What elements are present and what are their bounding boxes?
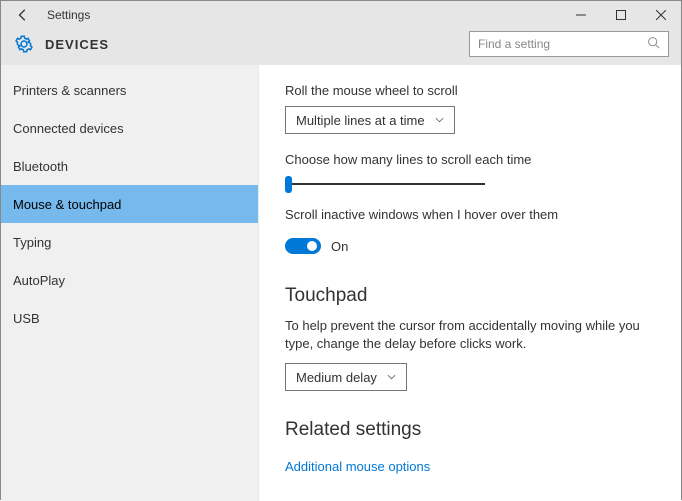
sidebar-item-bluetooth[interactable]: Bluetooth — [1, 147, 258, 185]
sidebar-item-mouse-touchpad[interactable]: Mouse & touchpad — [1, 185, 258, 223]
sidebar-item-label: Connected devices — [13, 121, 124, 136]
touchpad-description: To help prevent the cursor from accident… — [285, 317, 645, 353]
scroll-wheel-label: Roll the mouse wheel to scroll — [285, 83, 655, 98]
sidebar-item-connected[interactable]: Connected devices — [1, 109, 258, 147]
dropdown-value: Multiple lines at a time — [296, 113, 425, 128]
slider-thumb[interactable] — [285, 176, 292, 193]
header: DEVICES — [1, 29, 681, 65]
sidebar-item-label: USB — [13, 311, 40, 326]
toggle-switch[interactable] — [285, 238, 321, 254]
lines-scroll-label: Choose how many lines to scroll each tim… — [285, 152, 655, 167]
lines-scroll-slider[interactable] — [285, 175, 485, 193]
inactive-windows-toggle[interactable]: On — [285, 238, 348, 254]
sidebar-item-label: Printers & scanners — [13, 83, 126, 98]
titlebar: Settings — [1, 1, 681, 29]
close-button[interactable] — [641, 1, 681, 29]
chevron-down-icon — [435, 115, 444, 126]
touchpad-delay-dropdown[interactable]: Medium delay — [285, 363, 407, 391]
chevron-down-icon — [387, 372, 396, 383]
sidebar: Printers & scanners Connected devices Bl… — [1, 65, 259, 501]
slider-track — [285, 183, 485, 185]
sidebar-item-printers[interactable]: Printers & scanners — [1, 71, 258, 109]
search-input[interactable] — [478, 37, 647, 51]
window-controls — [561, 1, 681, 29]
gear-icon — [13, 33, 35, 55]
sidebar-item-usb[interactable]: USB — [1, 299, 258, 337]
maximize-button[interactable] — [601, 1, 641, 29]
sidebar-item-label: Typing — [13, 235, 51, 250]
sidebar-item-label: Mouse & touchpad — [13, 197, 121, 212]
sidebar-item-label: AutoPlay — [13, 273, 65, 288]
touchpad-heading: Touchpad — [285, 285, 655, 307]
dropdown-value: Medium delay — [296, 370, 377, 385]
search-icon — [647, 36, 660, 52]
inactive-windows-label: Scroll inactive windows when I hover ove… — [285, 207, 655, 222]
additional-mouse-options-link[interactable]: Additional mouse options — [285, 459, 430, 474]
sidebar-item-typing[interactable]: Typing — [1, 223, 258, 261]
search-box[interactable] — [469, 31, 669, 57]
back-button[interactable] — [11, 3, 35, 27]
minimize-button[interactable] — [561, 1, 601, 29]
sidebar-item-autoplay[interactable]: AutoPlay — [1, 261, 258, 299]
header-title: DEVICES — [45, 37, 109, 52]
window-title: Settings — [47, 8, 90, 22]
related-settings-heading: Related settings — [285, 419, 655, 441]
content: Roll the mouse wheel to scroll Multiple … — [259, 65, 681, 501]
toggle-state-label: On — [331, 239, 348, 254]
sidebar-item-label: Bluetooth — [13, 159, 68, 174]
toggle-knob — [307, 241, 317, 251]
scroll-wheel-dropdown[interactable]: Multiple lines at a time — [285, 106, 455, 134]
